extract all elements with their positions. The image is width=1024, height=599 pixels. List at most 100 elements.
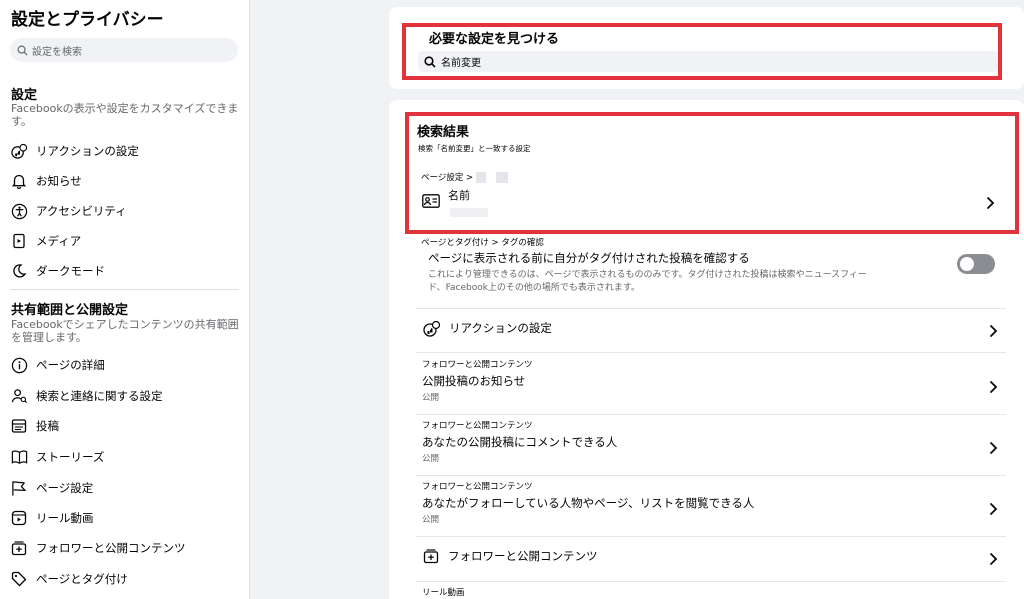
- id-card-icon: [422, 194, 440, 208]
- search-results-subtitle: 検索「名前変更」と一致する設定: [418, 144, 531, 153]
- sidebar-item-dark-mode[interactable]: ダークモード: [10, 259, 240, 283]
- find-settings-search-input[interactable]: 名前変更: [418, 51, 998, 72]
- result-subtitle: 公開: [422, 393, 440, 403]
- sidebar-item-label: フォロワーと公開コンテンツ: [36, 541, 186, 555]
- result-title: あなたがフォローしている人物やページ、リストを閲覧できる人: [422, 496, 755, 510]
- chevron-right-icon: [989, 380, 998, 394]
- book-icon: [10, 448, 28, 466]
- result-description-line: これにより管理できるのは、ページで表示されるもののみです。タグ付けされた投稿は検…: [428, 270, 867, 280]
- sidebar-item-search-contact[interactable]: 検索と連絡に関する設定: [10, 384, 240, 408]
- reaction-icon: [423, 320, 441, 337]
- result-row-public-comment[interactable]: フォロワーと公開コンテンツ あなたの公開投稿にコメントできる人 公開: [416, 419, 1006, 474]
- sidebar-item-followers[interactable]: フォロワーと公開コンテンツ: [10, 536, 240, 560]
- result-row-public-post-notify[interactable]: フォロワーと公開コンテンツ 公開投稿のお知らせ 公開: [416, 358, 1006, 413]
- divider: [416, 475, 1006, 476]
- followers-icon: [10, 539, 28, 557]
- redacted-block: [496, 171, 509, 183]
- find-settings-card: [389, 7, 1024, 89]
- result-row-tag-review: ページとタグ付け > タグの確認 ページに表示される前に自分がタグ付けされた投稿…: [416, 236, 1006, 300]
- bell-icon: [10, 172, 28, 190]
- result-row-name[interactable]: 名前: [420, 186, 1003, 222]
- sidebar-item-label: ストーリーズ: [36, 450, 105, 464]
- sidebar-item-label: ページとタグ付け: [36, 572, 128, 586]
- result-description-line: ド、Facebook上のその他の場所でも表示されます。: [428, 283, 641, 293]
- person-search-icon: [10, 387, 28, 405]
- sidebar-item-media[interactable]: メディア: [10, 229, 240, 253]
- sidebar-item-label: お知らせ: [36, 174, 82, 188]
- result-title: 公開投稿のお知らせ: [422, 374, 526, 388]
- accessibility-icon: [10, 202, 28, 220]
- result-breadcrumb-text: ページ設定 >: [421, 173, 474, 183]
- settings-sidebar: 設定とプライバシー 設定を検索 設定 Facebookの表示や設定をカスタマイズ…: [0, 0, 250, 599]
- sidebar-item-label: ページの詳細: [36, 358, 105, 372]
- result-row-reels[interactable]: リール動画: [416, 586, 1006, 598]
- divider: [416, 536, 1006, 537]
- sidebar-item-stories[interactable]: ストーリーズ: [10, 445, 240, 469]
- tag-icon: [10, 570, 28, 588]
- divider: [416, 308, 1006, 309]
- sidebar-item-label: 検索と連絡に関する設定: [36, 389, 163, 403]
- result-breadcrumb: フォロワーと公開コンテンツ: [422, 482, 533, 492]
- reaction-icon: [10, 142, 28, 160]
- chevron-right-icon: [989, 502, 998, 516]
- sidebar-item-label: ページ設定: [36, 481, 94, 495]
- sidebar-item-label: ダークモード: [36, 264, 105, 278]
- chevron-right-icon: [989, 552, 998, 566]
- sidebar-item-reactions[interactable]: リアクションの設定: [10, 139, 240, 163]
- find-settings-query: 名前変更: [441, 58, 481, 69]
- divider: [416, 581, 1006, 582]
- result-breadcrumb: ページとタグ付け > タグの確認: [421, 238, 544, 248]
- sidebar-title: 設定とプライバシー: [11, 10, 164, 30]
- sidebar-item-reels[interactable]: リール動画: [10, 506, 240, 530]
- sidebar-item-label: アクセシビリティ: [36, 204, 127, 218]
- info-icon: [10, 356, 28, 374]
- flag-icon: [10, 479, 28, 497]
- sidebar-item-page-settings[interactable]: ページ設定: [10, 476, 240, 500]
- sharing-section-desc: Facebookでシェアしたコンテンツの共有範囲を管理します。: [11, 318, 239, 344]
- post-icon: [10, 417, 28, 435]
- chevron-right-icon: [989, 324, 998, 338]
- sidebar-item-page-details[interactable]: ページの詳細: [10, 353, 240, 377]
- search-icon: [17, 45, 28, 56]
- settings-section-heading: 設定: [11, 88, 38, 103]
- reels-icon: [10, 509, 28, 527]
- divider: [416, 352, 1006, 353]
- chevron-right-icon: [986, 196, 995, 210]
- sidebar-item-label: リール動画: [36, 511, 94, 525]
- sidebar-item-notifications[interactable]: お知らせ: [10, 169, 240, 193]
- redacted-block: [450, 208, 488, 217]
- result-title: 名前: [448, 189, 470, 202]
- result-row-following-list[interactable]: フォロワーと公開コンテンツ あなたがフォローしている人物やページ、リストを閲覧で…: [416, 480, 1006, 535]
- result-breadcrumb: ページ設定 >: [421, 171, 509, 183]
- sidebar-item-label: 投稿: [36, 419, 59, 433]
- sidebar-item-label: リアクションの設定: [36, 144, 139, 158]
- result-subtitle: 公開: [422, 454, 440, 464]
- find-settings-title: 必要な設定を見つける: [429, 32, 560, 47]
- tag-review-toggle[interactable]: [957, 254, 995, 274]
- sidebar-item-posts[interactable]: 投稿: [10, 414, 240, 438]
- chevron-right-icon: [989, 441, 998, 455]
- sharing-section-heading: 共有範囲と公開設定: [11, 303, 129, 318]
- sidebar-search-placeholder: 設定を検索: [32, 46, 82, 58]
- divider: [416, 414, 1006, 415]
- result-breadcrumb: フォロワーと公開コンテンツ: [422, 421, 533, 431]
- result-title: ページに表示される前に自分がタグ付けされた投稿を確認する: [428, 251, 750, 265]
- search-results-title: 検索結果: [417, 125, 470, 140]
- result-row-reactions[interactable]: リアクションの設定: [416, 310, 1006, 352]
- search-icon: [424, 55, 436, 68]
- result-title: あなたの公開投稿にコメントできる人: [422, 435, 618, 449]
- sidebar-item-accessibility[interactable]: アクセシビリティ: [10, 199, 240, 223]
- result-breadcrumb: フォロワーと公開コンテンツ: [422, 360, 533, 370]
- sidebar-item-tagging[interactable]: ページとタグ付け: [10, 567, 240, 591]
- moon-icon: [10, 262, 28, 280]
- result-title: フォロワーと公開コンテンツ: [448, 549, 598, 563]
- sidebar-search-input[interactable]: 設定を検索: [10, 38, 238, 62]
- media-icon: [10, 232, 28, 250]
- followers-icon: [423, 549, 439, 564]
- sidebar-item-label: メディア: [36, 234, 82, 248]
- sidebar-divider: [10, 289, 239, 290]
- result-row-followers[interactable]: フォロワーと公開コンテンツ: [416, 538, 1006, 580]
- settings-section-desc: Facebookの表示や設定をカスタマイズできます。: [11, 102, 239, 128]
- result-breadcrumb: リール動画: [422, 588, 465, 598]
- result-title: リアクションの設定: [449, 321, 552, 335]
